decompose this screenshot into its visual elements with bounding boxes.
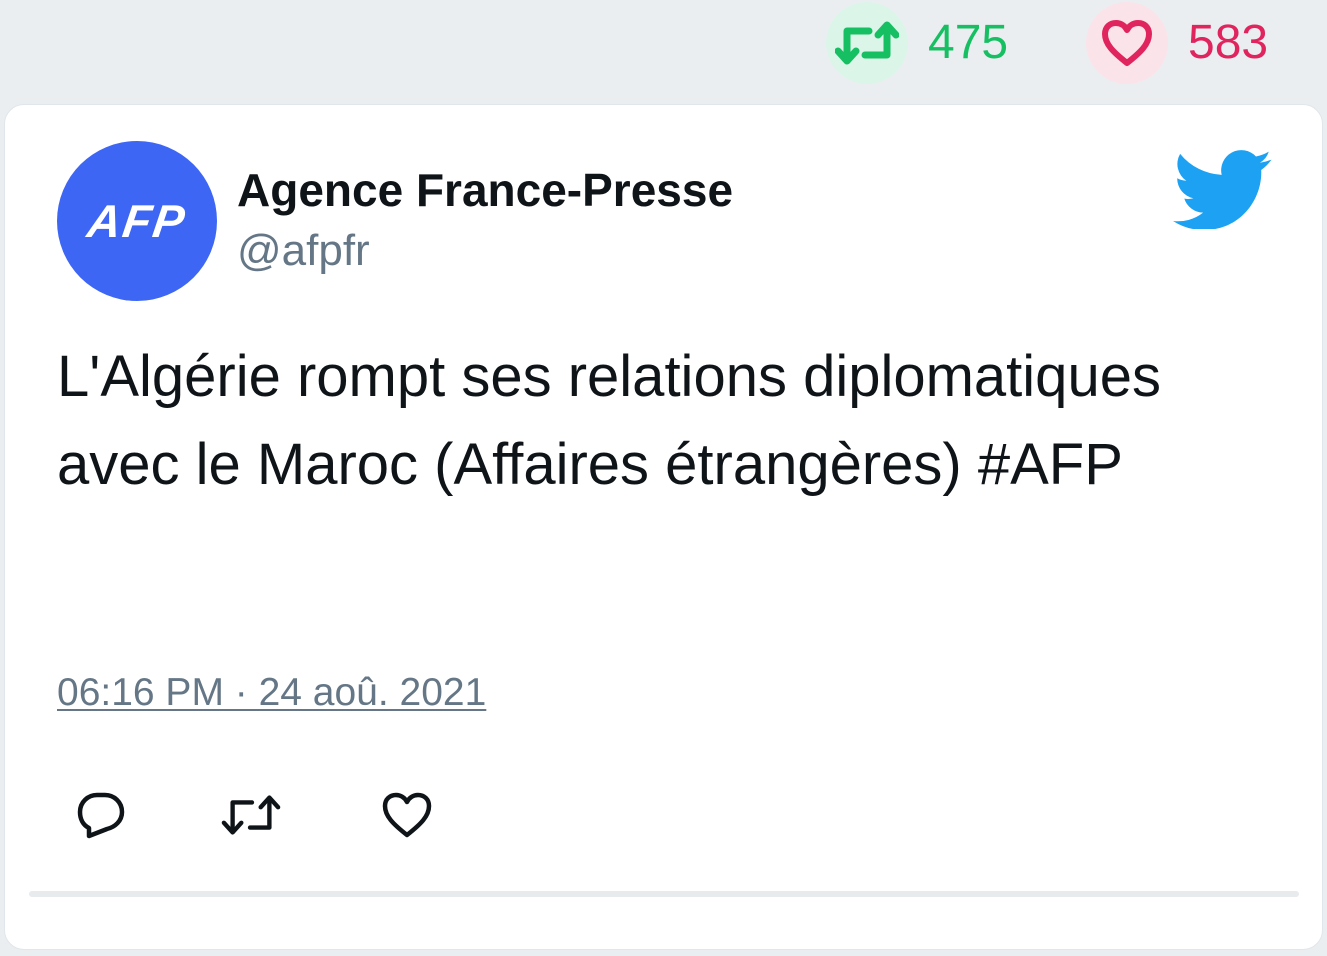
- tweet-card: AFP Agence France-Presse @afpfr L'Algéri…: [4, 104, 1323, 950]
- twitter-bird-icon[interactable]: [1173, 147, 1273, 229]
- retweet-stat-icon-bg[interactable]: [826, 2, 908, 84]
- avatar[interactable]: AFP: [57, 141, 217, 301]
- like-stat-icon-bg[interactable]: [1086, 2, 1168, 84]
- retweet-button[interactable]: [221, 785, 281, 845]
- like-count: 583: [1188, 16, 1269, 69]
- heart-icon: [382, 792, 432, 838]
- reply-icon: [77, 792, 125, 839]
- reply-button[interactable]: [71, 785, 131, 845]
- author-handle[interactable]: @afpfr: [237, 226, 370, 275]
- divider: [29, 891, 1299, 897]
- retweet-icon: [835, 21, 899, 65]
- retweet-stat[interactable]: 475: [826, 2, 1008, 84]
- tweet-text: L'Algérie rompt ses relations diplomatiq…: [57, 344, 1161, 497]
- heart-icon: [1102, 20, 1152, 66]
- retweet-count: 475: [928, 16, 1009, 69]
- engagement-stats: 475 583: [0, 0, 1327, 86]
- like-stat[interactable]: 583: [1086, 2, 1268, 84]
- retweet-icon: [221, 795, 281, 835]
- like-button[interactable]: [377, 785, 437, 845]
- tweet-timestamp[interactable]: 06:16 PM · 24 aoû. 2021: [57, 671, 486, 715]
- author-name[interactable]: Agence France-Presse: [237, 165, 733, 216]
- tweet-actions: [57, 785, 557, 845]
- avatar-logo-text: AFP: [84, 195, 190, 247]
